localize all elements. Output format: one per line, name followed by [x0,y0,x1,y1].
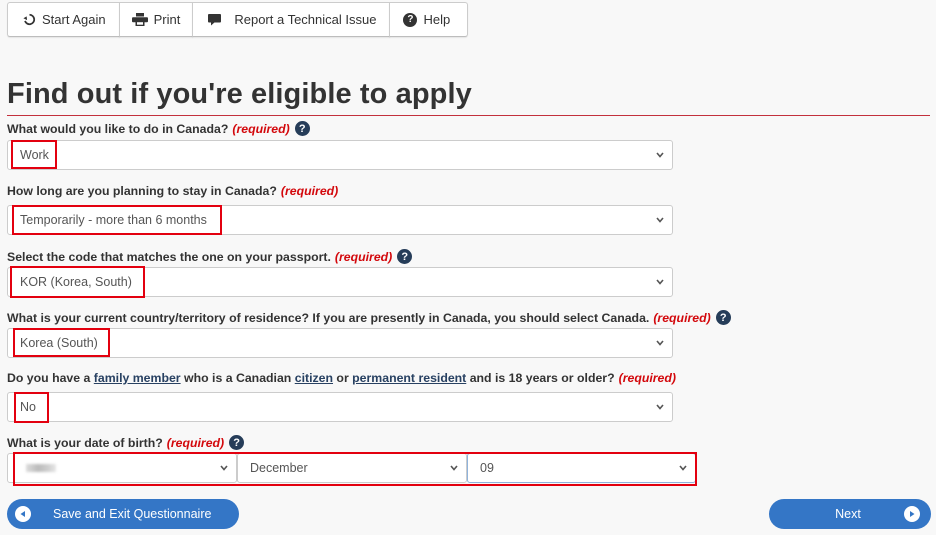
question-circle-icon[interactable]: ? [397,249,413,264]
select-value: 09 [480,461,494,475]
question-text: How long are you planning to stay in Can… [7,184,277,198]
redacted-year-value [26,464,56,472]
select-value: Temporarily - more than 6 months [20,213,207,227]
purpose-select[interactable]: Work [7,140,673,170]
start-again-label: Start Again [42,12,106,27]
save-exit-label: Save and Exit Questionnaire [53,507,212,521]
select-value: No [20,400,36,414]
citizen-link[interactable]: citizen [295,371,333,385]
question-circle-icon: ? [403,12,418,27]
comment-icon [208,13,222,26]
dob-year-select[interactable] [7,453,237,483]
refresh-icon [23,13,36,26]
print-icon [131,13,148,26]
question-text: and is 18 years or older? [466,371,615,385]
chevron-down-icon [656,340,664,346]
question-text: What is your current country/territory o… [7,310,650,325]
question-text: who is a Canadian [180,371,295,385]
family-member-link[interactable]: family member [94,371,181,385]
question-duration-label: How long are you planning to stay in Can… [7,184,338,198]
print-button[interactable]: Print [118,2,194,37]
duration-select[interactable]: Temporarily - more than 6 months [7,205,673,235]
toolbar: Start Again Print Report a Technical Iss… [7,2,469,37]
chevron-down-icon [450,465,458,471]
next-button[interactable]: Next [769,499,931,529]
question-circle-icon[interactable]: ? [229,435,245,450]
page-title: Find out if you're eligible to apply [7,78,472,110]
select-value: Work [20,148,49,162]
select-value: Korea (South) [20,336,98,350]
report-issue-button[interactable]: Report a Technical Issue [192,2,391,37]
question-family-label: Do you have a family member who is a Can… [7,371,676,385]
chevron-down-icon [656,217,664,223]
chevron-down-icon [656,279,664,285]
next-label: Next [835,507,861,521]
question-dob-label: What is your date of birth? (required) ? [7,435,245,450]
select-value: KOR (Korea, South) [20,275,132,289]
question-passport-label: Select the code that matches the one on … [7,249,413,264]
required-marker: (required) [232,121,290,136]
question-residence-label: What is your current country/territory o… [7,310,731,325]
dob-month-select[interactable]: December [237,453,467,483]
arrow-right-circle-icon [904,506,920,522]
help-button[interactable]: ? Help [389,2,469,37]
permanent-resident-link[interactable]: permanent resident [352,371,466,385]
question-text: What would you like to do in Canada? [7,121,229,136]
question-purpose-label: What would you like to do in Canada? (re… [7,121,310,136]
title-divider [7,115,930,116]
required-marker: (required) [334,249,393,264]
start-again-button[interactable]: Start Again [7,2,120,37]
family-member-select[interactable]: No [7,392,673,422]
residence-select[interactable]: Korea (South) [7,328,673,358]
passport-code-select[interactable]: KOR (Korea, South) [7,267,673,297]
question-text: or [333,371,353,385]
report-issue-label: Report a Technical Issue [234,12,377,27]
print-label: Print [153,12,181,27]
chevron-down-icon [656,404,664,410]
required-marker: (required) [280,184,339,198]
select-value: December [250,461,308,475]
chevron-down-icon [679,465,687,471]
question-text: Select the code that matches the one on … [7,249,331,264]
chevron-down-icon [220,465,228,471]
dob-day-select[interactable]: 09 [467,453,696,483]
help-label: Help [423,12,451,27]
arrow-left-circle-icon [15,506,31,522]
required-marker: (required) [653,310,711,325]
required-marker: (required) [166,435,225,450]
question-circle-icon[interactable]: ? [294,121,310,136]
question-circle-icon[interactable]: ? [715,310,731,325]
question-text: Do you have a [7,371,94,385]
required-marker: (required) [618,371,676,385]
question-text: What is your date of birth? [7,435,163,450]
save-exit-button[interactable]: Save and Exit Questionnaire [7,499,239,529]
chevron-down-icon [656,152,664,158]
